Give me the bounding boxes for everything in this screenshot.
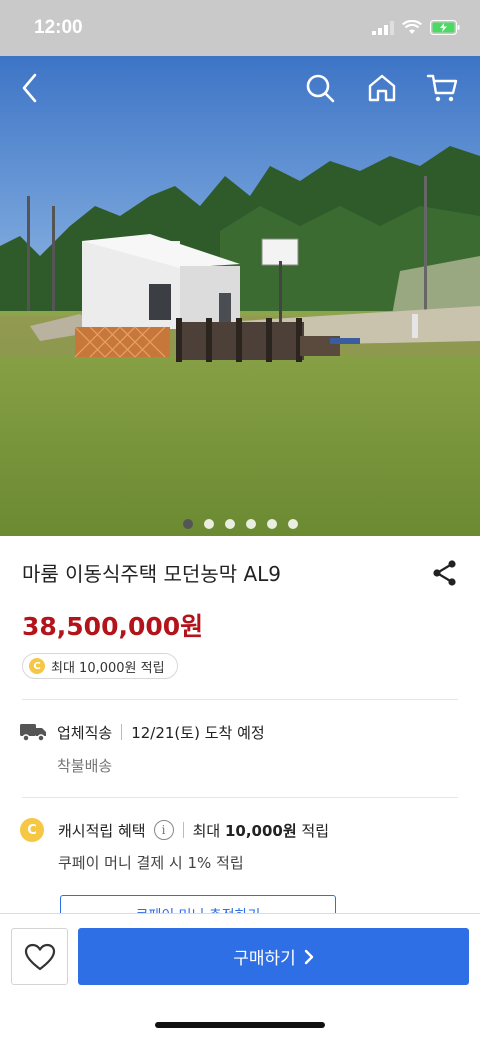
wishlist-button[interactable] [11,928,68,985]
back-button[interactable] [10,68,50,108]
gallery-dot[interactable] [224,519,235,529]
home-icon [368,74,396,102]
arrival-date: 12/21(토) 도착 예정 [131,723,265,742]
search-icon [306,74,335,103]
divider [22,797,458,798]
gallery-pagination [0,519,480,529]
shipping-info: 업체직송 12/21(토) 도착 예정 [20,720,265,744]
status-icons [372,20,460,35]
cart-button[interactable] [422,68,462,108]
status-time: 12:00 [34,17,83,38]
gallery-dot[interactable] [287,519,298,529]
shipping-method: 업체직송 [57,723,113,742]
coin-icon: C [29,658,45,674]
cashback-amount-suffix: 적립 [296,821,330,840]
top-navigation [0,56,480,120]
status-bar: 12:00 [0,0,480,56]
search-button[interactable] [300,68,340,108]
gallery-dot[interactable] [182,519,193,529]
signal-icon [372,20,394,35]
divider [22,699,458,700]
truck-icon [20,724,46,742]
cashback-condition: 쿠페이 머니 결제 시 1% 적립 [58,854,244,872]
chevron-left-icon [22,73,37,103]
reward-badge-text: 최대 10,000원 적립 [51,660,165,676]
gallery-dot[interactable] [203,519,214,529]
share-button[interactable] [430,558,460,588]
info-icon[interactable]: i [153,820,174,840]
cashback-amount: 10,000원 [224,821,297,840]
home-indicator [155,1022,325,1028]
buy-button-label: 구매하기 [233,949,296,969]
battery-icon [430,20,460,35]
heart-icon [24,943,55,970]
wifi-icon [402,20,422,34]
shipping-fee-type: 착불배송 [57,757,113,775]
cashback-info: C 캐시적립 혜택 i 최대 10,000원 적립 [20,818,329,842]
gallery-dot[interactable] [266,519,277,529]
gallery-dot[interactable] [245,519,256,529]
reward-badge: C 최대 10,000원 적립 [22,653,178,679]
product-image[interactable] [0,56,480,536]
product-photo [0,56,480,536]
bottom-action-bar: 구매하기 [0,913,480,1039]
separator [121,724,123,740]
cashback-amount-prefix: 최대 [192,821,225,840]
coin-icon: C [20,818,44,842]
buy-button[interactable]: 구매하기 [78,928,469,985]
cart-icon [426,74,458,102]
product-title: 마룸 이동식주택 모던농막 AL9 [22,562,282,586]
share-icon [433,560,456,586]
separator [182,822,184,838]
chevron-right-icon [304,949,313,964]
home-button[interactable] [362,68,402,108]
product-price: 38,500,000원 [22,612,204,641]
cashback-label: 캐시적립 혜택 [58,821,146,840]
